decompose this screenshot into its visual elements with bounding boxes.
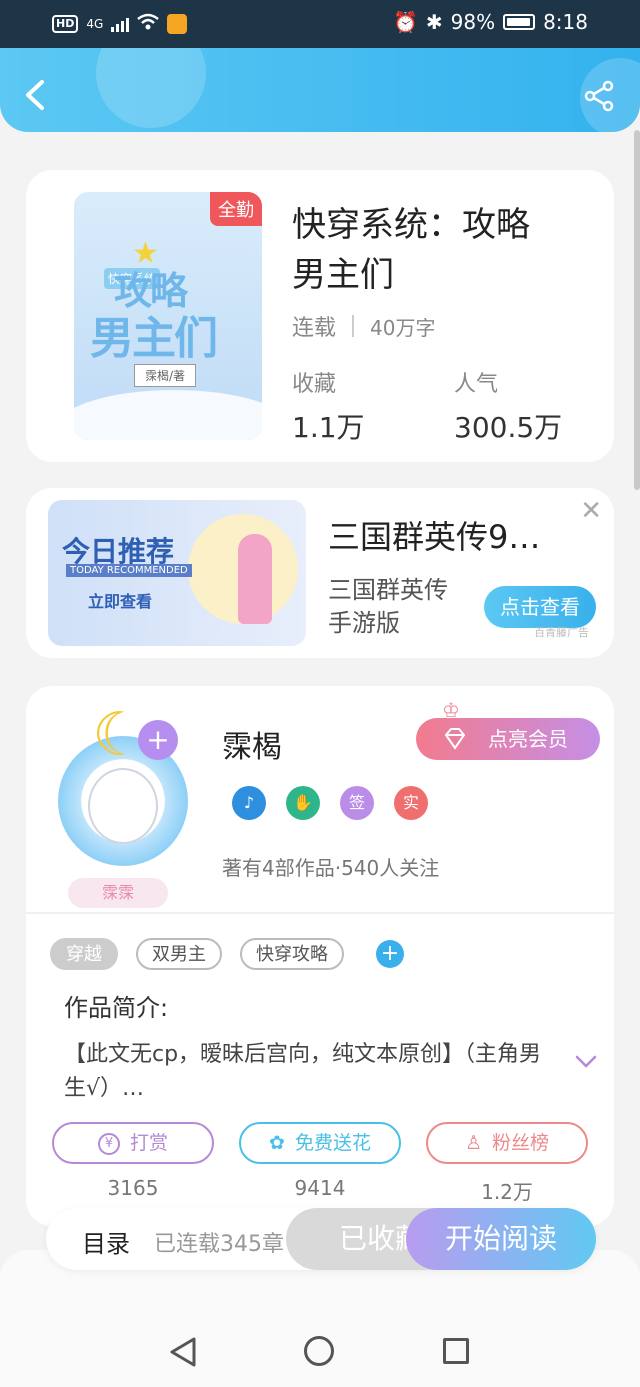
ad-description: 三国群英传手游版 <box>328 576 448 637</box>
clock: 8:18 <box>543 10 588 34</box>
handshake-badge-icon[interactable]: ✋ <box>286 786 320 820</box>
verified-badge[interactable]: 实 <box>394 786 428 820</box>
ad-image[interactable]: 今日推荐 TODAY RECOMMENDED 立即查看 <box>48 500 306 646</box>
ad-source: 百青藤广告 <box>534 626 589 639</box>
cover-title-line2: 男主们 <box>90 313 218 364</box>
tag-item[interactable]: 快穿攻略 <box>240 938 344 970</box>
follow-plus-button[interactable]: + <box>138 720 178 760</box>
book-info-card: ★ 快穿系统 攻略 男主们 霂楬/著 全勤 快穿系统：攻略男主们 连载 40万字… <box>26 170 614 462</box>
battery-icon <box>503 14 536 30</box>
tag-list: 穿越 双男主 快穿攻略 + <box>50 938 404 970</box>
status-bar: HD 4G ⏰ ✱ 98% 8:18 <box>0 0 640 48</box>
tag-item[interactable]: 双男主 <box>136 938 222 970</box>
start-reading-button[interactable]: 开始阅读 <box>406 1208 596 1270</box>
favorites-value: 1.1万 <box>292 411 365 444</box>
chevron-down-icon[interactable] <box>574 1054 598 1070</box>
flower-icon: ✿ <box>269 1132 285 1154</box>
girl-illustration <box>238 534 272 624</box>
fan-count: 1.2万 <box>481 1180 533 1204</box>
fan-rank-label: 粉丝榜 <box>492 1132 550 1154</box>
signed-badge[interactable]: 签 <box>340 786 374 820</box>
toc-button[interactable]: 目录 <box>82 1224 130 1259</box>
avatar-image <box>88 768 158 844</box>
send-flower-label: 免费送花 <box>294 1132 371 1154</box>
toc-status: 已连载345章 <box>154 1232 284 1257</box>
word-count: 40万字 <box>370 315 436 340</box>
nav-recent-icon[interactable] <box>443 1338 469 1364</box>
close-icon[interactable]: ✕ <box>580 496 602 526</box>
cover-badge: 全勤 <box>210 192 262 226</box>
intro-title: 作品简介: <box>64 994 169 1022</box>
yen-icon: ¥ <box>97 1132 120 1155</box>
author-card: ☾ 霂霂 + 霂楬 ♔ 点亮会员 ♪ ✋ 签 实 著有4部作品·540人关注 穿… <box>26 686 614 1226</box>
share-icon[interactable] <box>584 80 616 112</box>
bottom-action-bar: 目录 已连载345章 已收藏 开始阅读 <box>46 1208 596 1270</box>
ad-card[interactable]: 今日推荐 TODAY RECOMMENDED 立即查看 三国群英传9… 三国群英… <box>26 488 614 658</box>
intro-text[interactable]: 【此文无cp，暧昧后宫向，纯文本原创】（主角男生√）… <box>64 1038 554 1106</box>
signal-icon <box>111 16 130 32</box>
bluetooth-icon: ✱ <box>425 10 443 34</box>
tip-label: 打赏 <box>129 1132 168 1154</box>
author-badges: ♪ ✋ 签 实 <box>232 786 428 820</box>
user-icon: ♙ <box>464 1132 483 1154</box>
hd-icon: HD <box>52 15 79 33</box>
author-avatar[interactable]: ☾ 霂霂 <box>42 700 210 908</box>
book-meta: 连载 40万字 <box>292 310 435 342</box>
vip-button[interactable]: 点亮会员 <box>416 718 600 760</box>
ad-title: 三国群英传9… <box>328 518 541 556</box>
status-right: ⏰ ✱ 98% 8:18 <box>393 10 588 34</box>
wifi-icon <box>137 12 160 36</box>
alarm-icon: ⏰ <box>392 10 418 34</box>
add-tag-button[interactable]: + <box>376 940 404 968</box>
avatar-nameplate: 霂霂 <box>68 878 168 908</box>
divider <box>26 912 614 914</box>
vip-button-label: 点亮会员 <box>488 727 568 751</box>
tip-count: 3165 <box>107 1176 159 1200</box>
fan-rank-button[interactable]: ♙ 粉丝榜 <box>426 1122 588 1164</box>
book-cover[interactable]: ★ 快穿系统 攻略 男主们 霂楬/著 全勤 <box>74 192 262 440</box>
ad-view-button[interactable]: 点击查看 <box>484 586 596 628</box>
author-stats: 著有4部作品·540人关注 <box>222 856 440 880</box>
book-title: 快穿系统：攻略男主们 <box>292 205 530 295</box>
system-nav-bar <box>0 1250 640 1387</box>
popularity-value: 300.5万 <box>454 411 563 444</box>
scrollbar[interactable] <box>634 130 640 490</box>
author-name[interactable]: 霂楬 <box>222 722 282 766</box>
favorites-label: 收藏 <box>292 372 337 397</box>
ad-image-cta: 立即查看 <box>88 592 153 611</box>
app-notification-icon <box>167 14 188 34</box>
network-type: 4G <box>86 17 104 31</box>
top-header <box>0 48 640 132</box>
battery-percent: 98% <box>450 10 496 34</box>
tip-button[interactable]: ¥ 打赏 <box>52 1122 214 1164</box>
back-icon[interactable] <box>22 78 48 112</box>
nav-home-icon[interactable] <box>304 1336 334 1366</box>
serial-status: 连载 <box>292 316 337 341</box>
tag-item[interactable]: 穿越 <box>50 938 118 970</box>
cloud-decoration <box>74 390 262 440</box>
status-left: HD 4G <box>52 12 188 36</box>
divider <box>352 315 355 337</box>
nav-back-icon[interactable] <box>168 1336 198 1368</box>
flower-count: 9414 <box>294 1176 346 1200</box>
music-badge-icon[interactable]: ♪ <box>232 786 266 820</box>
cover-author: 霂楬/著 <box>134 364 197 387</box>
send-flower-button[interactable]: ✿ 免费送花 <box>239 1122 401 1164</box>
diamond-icon <box>444 728 466 750</box>
popularity-label: 人气 <box>454 372 499 397</box>
ad-image-subtitle: TODAY RECOMMENDED <box>66 564 192 577</box>
